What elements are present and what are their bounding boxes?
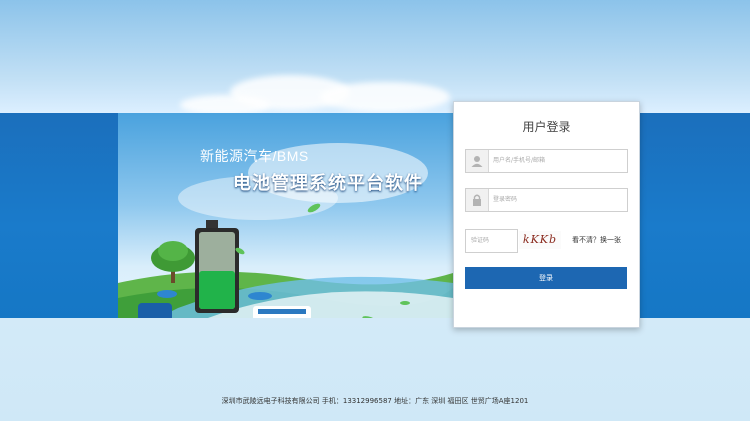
- user-icon: [466, 150, 489, 172]
- username-field: [465, 149, 628, 173]
- captcha-input[interactable]: [471, 233, 515, 248]
- cloud: [180, 95, 270, 115]
- sky-background: [0, 0, 750, 115]
- banner: 新能源汽车/BMS 电池管理系统平台软件: [118, 113, 453, 318]
- captcha-field: [465, 229, 518, 253]
- cloud: [320, 82, 450, 112]
- refresh-captcha-link[interactable]: 看不清？换一张: [572, 235, 621, 245]
- login-title: 用户登录: [522, 120, 571, 134]
- footer-text: 深圳市武陵远电子科技有限公司 手机：13312996587 地址：广东 深圳 福…: [221, 397, 529, 405]
- banner-illustration: [118, 143, 453, 318]
- login-panel: 用户登录 kKKb 看不清？换一张 登录: [453, 101, 640, 328]
- password-field: [465, 188, 628, 212]
- login-button[interactable]: 登录: [465, 267, 627, 289]
- lock-icon: [466, 189, 489, 211]
- captcha-image[interactable]: kKKb: [519, 231, 561, 249]
- username-input[interactable]: [493, 153, 621, 168]
- password-input[interactable]: [493, 192, 621, 207]
- banner-title: 电池管理系统平台软件: [233, 173, 423, 194]
- banner-subtitle: 新能源汽车/BMS: [200, 148, 309, 164]
